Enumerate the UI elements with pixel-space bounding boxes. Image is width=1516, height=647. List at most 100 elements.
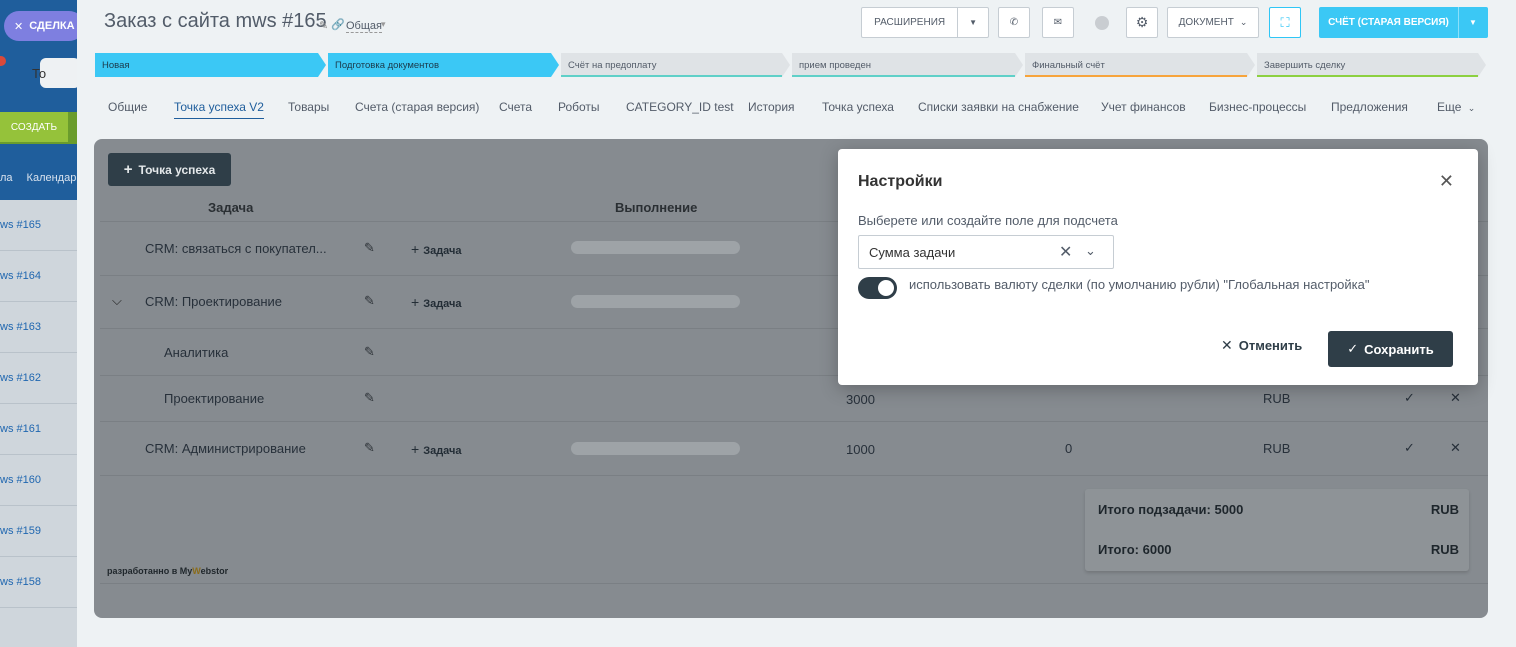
tab-category-id[interactable]: CATEGORY_ID test (626, 100, 734, 114)
deal-link[interactable]: ws #164 (0, 251, 77, 302)
save-button[interactable]: ✓ Сохранить (1328, 331, 1453, 367)
edit-icon[interactable]: ✎ (364, 344, 375, 360)
deal-link[interactable]: ws #160 (0, 455, 77, 506)
phone-icon: ✆ (1009, 17, 1019, 28)
deal-link[interactable]: ws #161 (0, 404, 77, 455)
invoice-button[interactable]: СЧЁТ (СТАРАЯ ВЕРСИЯ) ▼ (1319, 7, 1488, 38)
progress-bar (571, 241, 740, 254)
stage-label: Финальный счёт (1032, 59, 1105, 71)
confirm-icon[interactable]: ✓ (1404, 390, 1415, 406)
document-button[interactable]: ДОКУМЕНТ ⌄ (1167, 7, 1259, 38)
edit-icon[interactable]: ✎ (364, 240, 375, 256)
stage-label: прием проведен (799, 59, 871, 71)
stage-final-invoice[interactable]: Финальный счёт (1025, 53, 1255, 77)
caret-down-icon[interactable]: ▼ (1459, 18, 1487, 27)
add-task-button[interactable]: + Задача (411, 294, 462, 310)
deal-link[interactable]: ws #163 (0, 302, 77, 353)
select-value: Сумма задачи (869, 245, 956, 260)
phone-button[interactable]: ✆ (998, 7, 1030, 38)
column-header-task: Задача (208, 200, 254, 215)
delete-icon[interactable]: ✕ (1450, 390, 1461, 406)
cancel-label: Отменить (1238, 338, 1303, 353)
check-icon: ✓ (1347, 341, 1359, 356)
chat-icon (1095, 15, 1109, 30)
delete-icon[interactable]: ✕ (1450, 440, 1461, 456)
currency-toggle[interactable] (858, 277, 897, 299)
chevron-down-icon[interactable]: ⌄ (1085, 243, 1096, 259)
tab-success-point-v2[interactable]: Точка успеха V2 (174, 100, 264, 119)
row-divider (100, 583, 1488, 584)
add-success-point-button[interactable]: + Точка успеха (108, 153, 231, 186)
add-task-label: Задача (423, 245, 462, 257)
add-task-button[interactable]: + Задача (411, 241, 462, 257)
tab-invoices-old[interactable]: Счета (старая версия) (355, 100, 479, 114)
task-name: CRM: связаться с покупател... (145, 241, 327, 256)
task-amount: 1000 (846, 442, 875, 457)
column-header-execution: Выполнение (615, 200, 698, 215)
task-count: 0 (1065, 441, 1073, 456)
tab-success-point[interactable]: Точка успеха (822, 100, 894, 114)
stage-new[interactable]: Новая (95, 53, 326, 77)
chat-button[interactable] (1086, 7, 1118, 38)
settings-dialog: Настройки ✕ Выберете или создайте поле д… (838, 149, 1478, 385)
add-task-label: Задача (423, 445, 462, 457)
stage-label: Счёт на предоплату (568, 59, 657, 71)
credit-suffix: ebstor (200, 566, 229, 576)
extensions-button[interactable]: РАСШИРЕНИЯ ▼ (861, 7, 989, 38)
count-field-select[interactable]: Сумма задачи ✕ ⌄ (858, 235, 1114, 269)
confirm-icon[interactable]: ✓ (1404, 440, 1415, 456)
tab-offers[interactable]: Предложения (1331, 100, 1408, 114)
total-label: Итого: 6000 (1098, 542, 1172, 557)
tab-business-processes[interactable]: Бизнес-процессы (1209, 100, 1306, 114)
tab-general[interactable]: Общие (108, 100, 147, 114)
stage-label: Завершить сделку (1264, 59, 1346, 71)
deal-link[interactable]: ws #162 (0, 353, 77, 404)
close-icon[interactable]: ✕ (1439, 171, 1454, 192)
settings-button[interactable]: ⚙ (1126, 7, 1158, 38)
deal-link[interactable]: ws #165 (0, 200, 77, 251)
mail-button[interactable]: ✉ (1042, 7, 1074, 38)
row-divider (100, 421, 1488, 422)
add-task-label: Задача (423, 298, 462, 310)
fullscreen-button[interactable]: ⛶ (1269, 7, 1301, 38)
tab-products[interactable]: Товары (288, 100, 329, 114)
create-button[interactable]: СОЗДАТЬ (0, 112, 68, 142)
deal-pill-button[interactable]: ✕ СДЕЛКА (4, 11, 77, 41)
chevron-down-icon[interactable]: ▾ (381, 19, 386, 30)
progress-bar (571, 295, 740, 308)
cancel-button[interactable]: ✕ Отменить (1221, 337, 1302, 354)
tab-more[interactable]: Еще ⌄ (1437, 100, 1475, 114)
category-selector[interactable]: Общая (346, 20, 382, 33)
clear-icon[interactable]: ✕ (1059, 242, 1072, 262)
edit-icon[interactable]: ✎ (364, 293, 375, 309)
field-label: Выберете или создайте поле для подсчета (858, 213, 1118, 228)
chevron-down-icon: ⌄ (1467, 103, 1476, 113)
subtotal-label: Итого подзадачи: 5000 (1098, 502, 1244, 517)
edit-icon[interactable]: ✎ (364, 390, 375, 406)
tab-finance[interactable]: Учет финансов (1101, 100, 1186, 114)
toggle-knob (878, 280, 894, 296)
edit-icon[interactable]: ✎ (364, 440, 375, 456)
caret-down-icon[interactable]: ▼ (958, 18, 988, 27)
invoice-label: СЧЁТ (СТАРАЯ ВЕРСИЯ) (1319, 7, 1459, 38)
background-tab[interactable]: ла (0, 172, 13, 184)
dialog-title: Настройки (858, 173, 943, 190)
tab-supply-requests[interactable]: Списки заявки на снабжение (918, 100, 1079, 114)
stage-received[interactable]: прием проведен (792, 53, 1023, 77)
collapse-chevron-icon[interactable]: ⌵ (112, 293, 122, 309)
fullscreen-icon: ⛶ (1280, 14, 1290, 30)
stage-prepay-invoice[interactable]: Счёт на предоплату (561, 53, 790, 77)
close-icon: ✕ (14, 20, 24, 33)
deal-link[interactable]: ws #158 (0, 557, 77, 608)
stage-docs[interactable]: Подготовка документов (328, 53, 559, 77)
tab-invoices[interactable]: Счета (499, 100, 532, 114)
edit-title-icon[interactable]: ✎ (319, 19, 328, 32)
add-task-button[interactable]: + Задача (411, 441, 462, 457)
tab-history[interactable]: История (748, 100, 795, 114)
deal-link[interactable]: ws #159 (0, 506, 77, 557)
filter-label: То (32, 66, 47, 81)
background-tab[interactable]: Календар (27, 172, 77, 184)
link-icon[interactable]: 🔗 (331, 18, 345, 31)
tab-robots[interactable]: Роботы (558, 100, 600, 114)
stage-close-deal[interactable]: Завершить сделку (1257, 53, 1486, 77)
